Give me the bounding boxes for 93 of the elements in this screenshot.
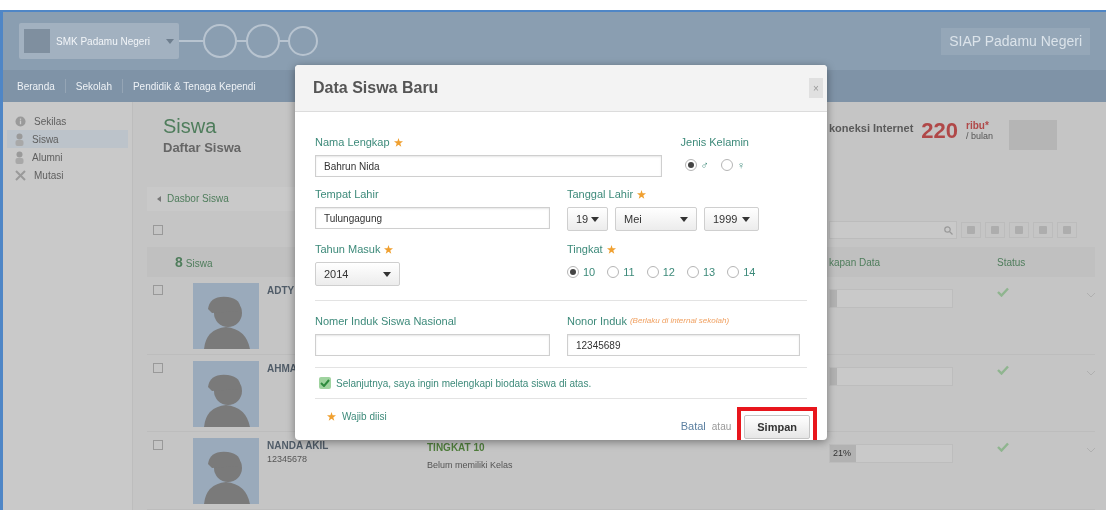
breadcrumb-bar[interactable]: Dasbor Siswa — [147, 186, 297, 211]
required-legend: Wajib diisi — [342, 409, 387, 424]
gender-symbol: ♀ — [736, 158, 745, 173]
promo-text: koneksi Internet — [829, 121, 914, 136]
sidebar-item[interactable]: Sekilas — [7, 112, 128, 130]
required-star-icon — [393, 137, 403, 147]
row-checkbox[interactable] — [153, 285, 163, 296]
page-subtitle: Daftar Siswa — [163, 139, 243, 157]
person-icon — [15, 132, 24, 146]
confirm-checkbox[interactable] — [319, 377, 331, 389]
student-name: AHMA — [267, 361, 297, 376]
progress-fill: 21% — [830, 445, 856, 463]
day-select[interactable]: 19 — [567, 207, 608, 231]
avatar-placeholder — [193, 283, 259, 350]
field-label: Tingkat — [567, 241, 603, 257]
person-icon — [15, 150, 24, 164]
sidebar-item[interactable]: Mutasi — [7, 166, 128, 184]
grade-text: TINGKAT 10 — [427, 441, 486, 456]
column-header: kapan Data — [829, 255, 882, 270]
row-checkbox[interactable] — [153, 362, 163, 373]
cancel-link[interactable]: Batal — [680, 418, 706, 435]
radio-button[interactable] — [684, 159, 697, 172]
grade-option: 11 — [623, 264, 635, 281]
field-label: Tahun Masuk — [315, 241, 381, 257]
nisn-field[interactable] — [315, 334, 550, 356]
required-star-icon — [384, 244, 394, 254]
info-icon — [15, 115, 26, 127]
check-icon — [997, 364, 1009, 375]
caret-icon — [680, 216, 688, 222]
promo-unit: ribu* — [966, 120, 990, 131]
nav-link[interactable]: Sekolah — [75, 78, 112, 94]
back-arrow-icon — [157, 195, 161, 202]
cross-icon — [15, 169, 26, 181]
caret-icon — [591, 216, 599, 222]
grade-option: 10 — [583, 264, 596, 281]
required-star-icon — [637, 189, 647, 199]
close-button[interactable]: × — [809, 78, 823, 98]
gender-symbol: ♂ — [700, 158, 709, 173]
or-text: atau — [711, 420, 732, 435]
radio-button[interactable] — [720, 159, 733, 172]
field-label: Tempat Lahir — [315, 186, 379, 202]
student-number-field[interactable]: 12345689 — [567, 334, 800, 356]
student-name: NANDA AKIL — [267, 439, 329, 454]
nav-link[interactable]: Beranda — [17, 78, 55, 94]
student-id: 12345678 — [267, 453, 309, 467]
name-field[interactable]: Bahrun Nida — [315, 155, 662, 177]
check-icon — [997, 287, 1009, 298]
radio-button[interactable] — [727, 266, 740, 279]
search-icon — [944, 225, 953, 235]
caret-icon — [383, 271, 391, 277]
field-label: Jenis Kelamin — [680, 134, 749, 150]
avatar-placeholder — [193, 360, 259, 427]
select-all-checkbox[interactable] — [153, 225, 163, 236]
radio-button[interactable] — [646, 266, 659, 279]
confirm-label: Selanjutnya, saya ingin melengkapi biodata siswa di atas. — [336, 376, 592, 391]
year-select[interactable]: 1999 — [704, 207, 759, 231]
radio-button[interactable] — [607, 266, 620, 279]
check-icon — [997, 442, 1009, 453]
entry-year-select[interactable]: 2014 — [315, 262, 400, 286]
row-checkbox[interactable] — [153, 440, 163, 451]
student-count-label: Siswa — [185, 256, 213, 271]
caret-icon — [742, 216, 750, 222]
field-note: (Berlaku di internal sekolah) — [629, 315, 730, 327]
student-count: 8 — [175, 252, 183, 272]
page-title: Siswa — [163, 114, 218, 138]
building-placeholder — [24, 29, 50, 53]
promo-price: 220 — [921, 120, 959, 142]
save-button[interactable]: Simpan — [744, 415, 810, 440]
month-select[interactable]: Mei — [615, 207, 697, 231]
grade-option: 14 — [743, 264, 756, 281]
student-name: ADTY — [267, 284, 295, 299]
radio-button[interactable] — [686, 266, 699, 279]
field-label: Nonor Induk — [567, 313, 627, 329]
class-text: Belum memiliki Kelas — [427, 459, 514, 473]
modal-title: Data Siswa Baru — [313, 78, 439, 98]
sidebar-item[interactable]: Siswa — [7, 130, 128, 148]
grade-option: 13 — [702, 264, 716, 281]
field-label: Nama Lengkap — [315, 134, 390, 150]
field-label: Nomer Induk Siswa Nasional — [315, 313, 457, 329]
column-header: Status — [997, 255, 1026, 270]
field-label: Tanggal Lahir — [567, 186, 634, 202]
sidebar-item[interactable]: Alumni — [7, 148, 128, 166]
radio-button[interactable] — [567, 266, 579, 279]
required-star-icon — [327, 412, 336, 421]
brand-title: SIAP Padamu Negeri — [941, 27, 1090, 55]
search-field[interactable] — [829, 221, 957, 240]
promo-period: / bulan — [966, 131, 994, 142]
nav-link[interactable]: Pendidik & Tenaga Kependi — [132, 78, 256, 94]
grade-option: 12 — [662, 264, 675, 281]
avatar-placeholder — [193, 438, 259, 505]
caret-icon — [166, 38, 174, 44]
required-star-icon — [606, 244, 616, 254]
birthplace-field[interactable]: Tulungagung — [315, 207, 550, 229]
